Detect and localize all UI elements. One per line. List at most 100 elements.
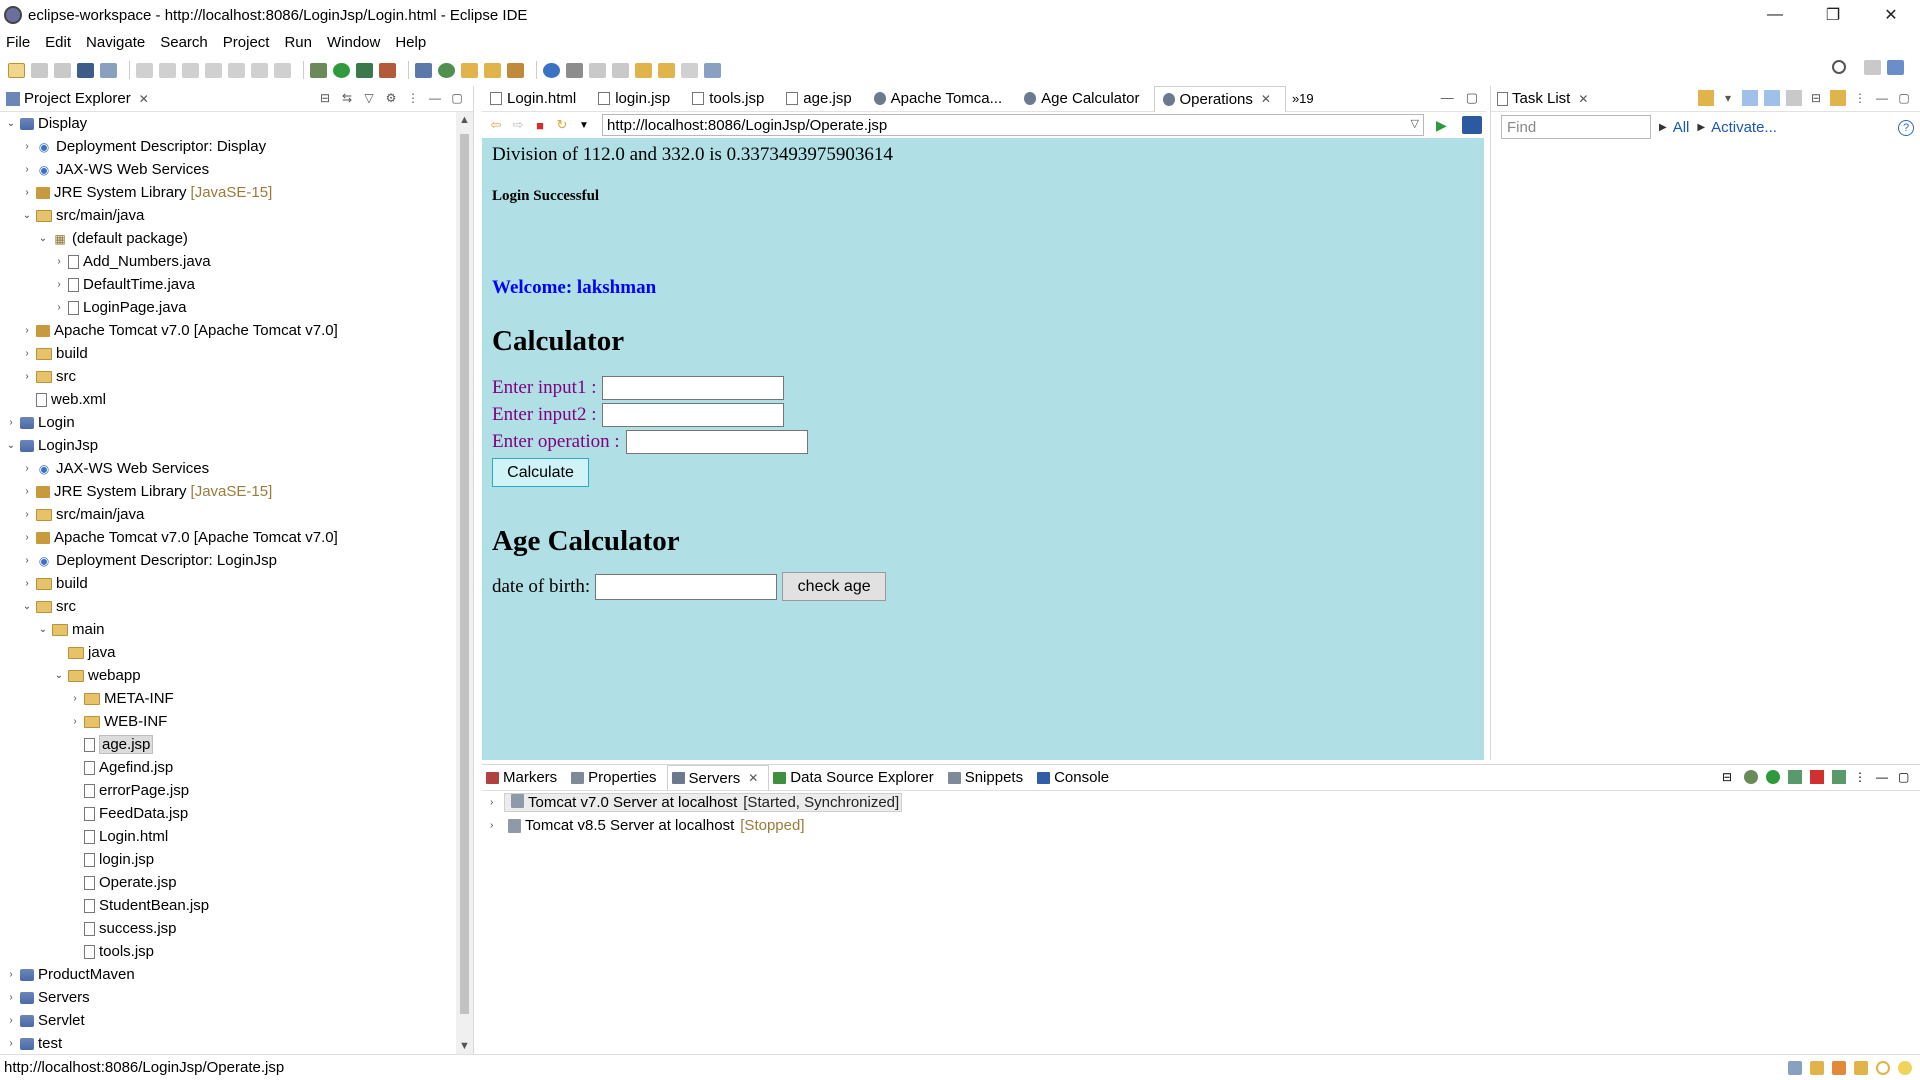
minimize-icon[interactable]: —: [1876, 770, 1890, 784]
menu-help[interactable]: Help: [395, 34, 426, 51]
prev-annotation-icon[interactable]: [612, 62, 629, 78]
coverage-icon[interactable]: [356, 62, 373, 78]
search-icon[interactable]: [1832, 60, 1846, 74]
suspend-icon[interactable]: [159, 62, 176, 78]
explorer-scrollbar[interactable]: ▲ ▼: [456, 112, 473, 1054]
tree-item[interactable]: › Apache Tomcat v7.0 [Apache Tomcat v7.0]: [0, 319, 456, 342]
tab-login-html[interactable]: Login.html: [482, 86, 590, 112]
tree-item[interactable]: ⌄ LoginJsp: [0, 434, 456, 457]
last-edit-icon[interactable]: [635, 62, 652, 78]
menu-project[interactable]: Project: [223, 34, 270, 51]
tree-item[interactable]: Login.html: [0, 825, 456, 848]
resume-icon[interactable]: [136, 62, 153, 78]
lightbulb-icon[interactable]: [1898, 1061, 1912, 1075]
step-into-icon[interactable]: [228, 62, 245, 78]
tree-item[interactable]: age.jsp: [0, 733, 456, 756]
scrollbar-thumb[interactable]: [460, 134, 469, 1014]
chevron-down-icon[interactable]: ⌄: [4, 118, 18, 129]
view-menu-icon[interactable]: ⋮: [1852, 90, 1868, 106]
tree-item[interactable]: › Apache Tomcat v7.0 [Apache Tomcat v7.0]: [0, 526, 456, 549]
menu-search[interactable]: Search: [160, 34, 208, 51]
help-icon[interactable]: ?: [1898, 120, 1914, 136]
step-return-icon[interactable]: [274, 62, 291, 78]
external-tools-icon[interactable]: [379, 62, 396, 78]
new-class-icon[interactable]: [438, 62, 455, 78]
tree-item[interactable]: › ◉ JAX-WS Web Services: [0, 158, 456, 181]
tab-markers[interactable]: Markers: [482, 765, 567, 791]
categorized-icon[interactable]: [1742, 90, 1758, 106]
back-icon[interactable]: [658, 62, 675, 78]
scroll-down-icon[interactable]: ▼: [456, 1040, 473, 1052]
tree-item[interactable]: › JRE System Library [JavaSE-15]: [0, 181, 456, 204]
chevron-down-icon[interactable]: ⌄: [52, 670, 66, 681]
chevron-right-icon[interactable]: ›: [490, 820, 504, 831]
open-external-browser-icon[interactable]: [1462, 116, 1482, 134]
web-browser-icon[interactable]: [543, 62, 560, 78]
disconnect-icon[interactable]: [205, 62, 222, 78]
open-task-icon[interactable]: [484, 62, 501, 78]
check-age-button[interactable]: check age: [782, 572, 887, 601]
tree-item[interactable]: › build: [0, 342, 456, 365]
forward-arrow-icon[interactable]: ⇨: [510, 117, 526, 133]
chevron-down-icon[interactable]: ⌄: [36, 233, 50, 244]
minimize-icon[interactable]: —: [427, 90, 443, 106]
chevron-right-icon[interactable]: ›: [20, 509, 34, 520]
stop-icon[interactable]: ■: [532, 118, 548, 133]
tab-servers[interactable]: Servers ✕: [666, 764, 770, 791]
save-all-icon[interactable]: [54, 62, 71, 78]
refresh-icon[interactable]: ↻: [554, 117, 570, 133]
minimize-button[interactable]: —: [1746, 0, 1804, 30]
open-perspective-icon[interactable]: [1810, 1061, 1824, 1075]
maximize-icon[interactable]: ▢: [1896, 90, 1912, 106]
chevron-right-icon[interactable]: ›: [20, 325, 34, 336]
collapse-icon[interactable]: ⊟: [1722, 770, 1736, 784]
find-input[interactable]: Find: [1501, 115, 1651, 139]
focus-icon[interactable]: ⚙: [383, 90, 399, 106]
chevron-down-icon[interactable]: ⌄: [4, 440, 18, 451]
debug-icon[interactable]: [310, 62, 327, 78]
pencil-icon[interactable]: [1854, 1061, 1868, 1075]
collapse-all-icon[interactable]: ⊟: [1808, 90, 1824, 106]
tree-item[interactable]: › src: [0, 365, 456, 388]
tree-item[interactable]: › ProductMaven: [0, 963, 456, 986]
chevron-right-icon[interactable]: ›: [490, 797, 504, 808]
new-task-icon[interactable]: [1698, 90, 1714, 106]
sync-icon[interactable]: [1830, 90, 1846, 106]
chevron-down-icon[interactable]: ▽: [1411, 117, 1419, 130]
chevron-right-icon[interactable]: ›: [68, 716, 82, 727]
chevron-right-icon[interactable]: ›: [4, 992, 18, 1003]
chevron-right-icon[interactable]: ›: [20, 371, 34, 382]
tree-item[interactable]: › ◉ Deployment Descriptor: Display: [0, 135, 456, 158]
tab-login-jsp[interactable]: login.jsp: [590, 86, 684, 112]
tree-item[interactable]: tools.jsp: [0, 940, 456, 963]
project-explorer-tab[interactable]: Project Explorer ✕ ⊟ ⇆ ▽ ⚙ ⋮ — ▢: [0, 86, 473, 112]
minimize-icon[interactable]: —: [1441, 90, 1454, 106]
tree-item[interactable]: errorPage.jsp: [0, 779, 456, 802]
tab-operations[interactable]: Operations ✕: [1153, 85, 1286, 112]
menu-navigate[interactable]: Navigate: [86, 34, 145, 51]
maximize-icon[interactable]: ▢: [449, 90, 465, 106]
scheduled-icon[interactable]: [1764, 90, 1780, 106]
tree-item[interactable]: › test: [0, 1032, 456, 1054]
more-tabs-button[interactable]: »19: [1286, 91, 1314, 106]
chevron-right-icon[interactable]: ›: [68, 693, 82, 704]
chevron-right-icon[interactable]: ›: [4, 969, 18, 980]
chevron-right-icon[interactable]: ›: [20, 532, 34, 543]
tree-item[interactable]: › WEB-INF: [0, 710, 456, 733]
tab-console[interactable]: Console: [1033, 765, 1119, 791]
input1-field[interactable]: [602, 375, 785, 400]
tree-item[interactable]: success.jsp: [0, 917, 456, 940]
task-list-tab[interactable]: Task List ✕ ▾ ⊟ ⋮ — ▢: [1491, 86, 1920, 112]
collapse-all-icon[interactable]: ⊟: [317, 90, 333, 106]
maximize-icon[interactable]: ▢: [1466, 90, 1478, 106]
chevron-right-icon[interactable]: ›: [4, 417, 18, 428]
menu-run[interactable]: Run: [284, 34, 312, 51]
menu-edit[interactable]: Edit: [45, 34, 71, 51]
annotation-icon[interactable]: [566, 62, 583, 78]
java-ee-perspective-icon[interactable]: [1887, 60, 1904, 75]
tab-tools-jsp[interactable]: tools.jsp: [684, 86, 778, 112]
tree-item[interactable]: › META-INF: [0, 687, 456, 710]
menu-window[interactable]: Window: [327, 34, 380, 51]
new-icon[interactable]: [8, 62, 25, 78]
tree-item[interactable]: › JRE System Library [JavaSE-15]: [0, 480, 456, 503]
